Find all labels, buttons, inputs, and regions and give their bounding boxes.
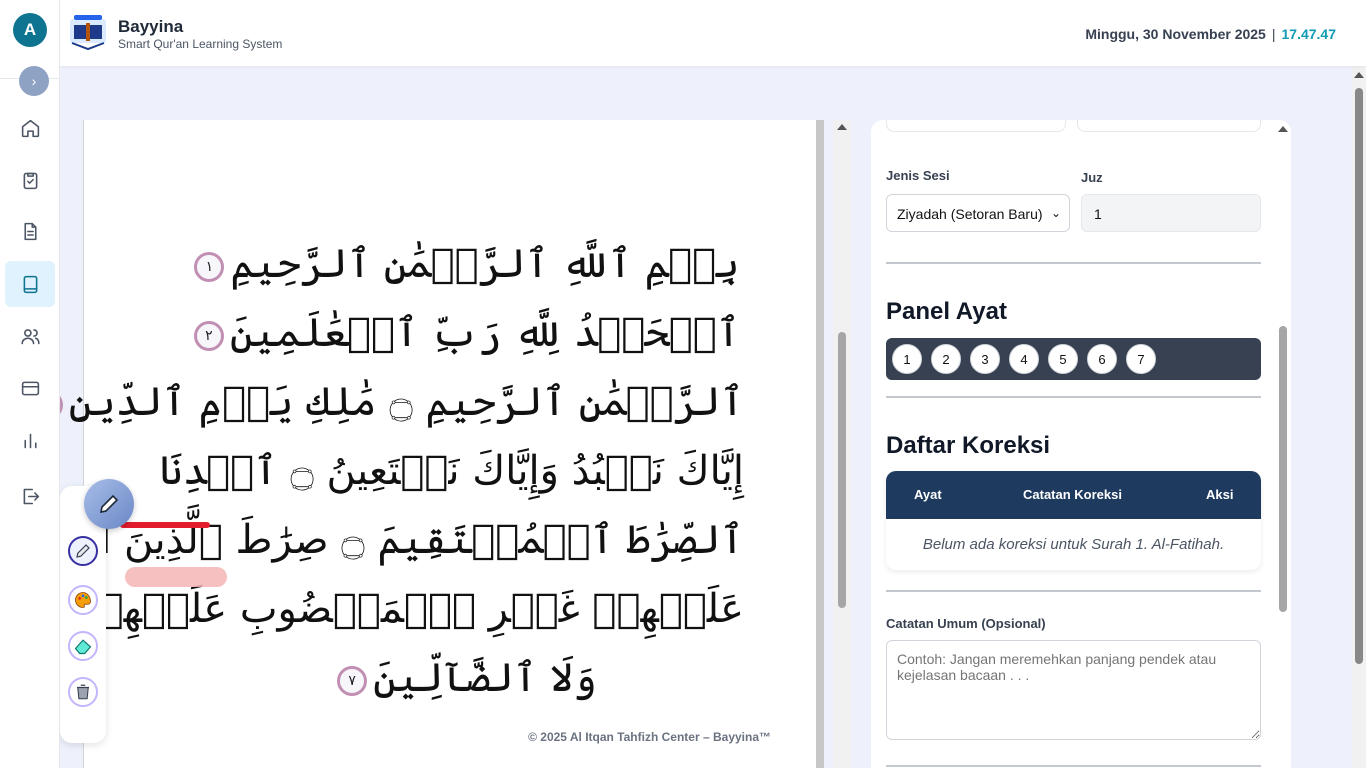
viewer-scrollbar[interactable] [833,120,851,768]
ayat-button[interactable]: 5 [1048,344,1078,374]
notes-textarea[interactable] [886,640,1261,740]
palette-icon [75,592,91,608]
credit-card-icon [21,381,39,395]
nav-users[interactable] [5,313,55,359]
ayat-button[interactable]: 1 [892,344,922,374]
nav-documents[interactable] [5,208,55,254]
sidebar-toggle-button[interactable]: › [19,66,49,96]
nav-tasks[interactable] [5,157,55,203]
page-scroll-thumb[interactable] [1355,88,1363,664]
chevron-right-icon: › [31,73,37,89]
trash-icon [77,684,89,700]
table-header: Ayat Catatan Koreksi Aksi [886,471,1261,519]
ayah-marker: ٢ [193,321,224,351]
panel-ayat-title: Panel Ayat [886,298,1007,325]
quran-line: ٱلرَّحۡمَٰنِ ٱلرَّحِيمِ ۝ مَٰلِكِ يَوۡمِ… [32,368,744,437]
nav-reports[interactable] [5,417,55,463]
time-text: 17.47.47 [1281,26,1337,42]
session-type-label: Jenis Sesi [886,168,950,183]
quran-line: ٱلۡحَمۡدُ لِلَّهِ رَبِّ ٱلۡعَٰلَمِينَ٢ [184,299,744,368]
chevron-down-icon: ⌄ [1050,206,1061,220]
nav-quran[interactable] [5,261,55,307]
divider [886,396,1261,398]
color-picker-button[interactable] [68,585,98,615]
ayat-button[interactable]: 7 [1126,344,1156,374]
divider [886,765,1261,767]
quran-line: عَلَيۡهِمۡ غَيۡرِ ٱلۡمَغۡضُوبِ عَلَيۡهِم… [75,586,744,632]
top-header: Bayyina Smart Qur'an Learning System Min… [60,0,1366,66]
nav-home[interactable] [5,105,55,151]
ayat-button[interactable]: 2 [931,344,961,374]
clear-canvas-button[interactable] [68,677,98,707]
ayah-marker: ١ [194,252,225,282]
avatar[interactable]: A [13,13,47,47]
scroll-up-arrow-icon[interactable] [1354,72,1364,78]
page-scrollbar[interactable] [1352,66,1366,768]
red-highlight-mark [120,522,210,528]
ayat-button-bar: 1 2 3 4 5 6 7 [886,338,1261,380]
datetime: Minggu, 30 November 2025 | 17.47.47 [1085,26,1336,42]
pen-tool-icon [76,544,90,558]
bar-chart-icon [23,433,37,448]
session-type-value: Ziyadah (Setoran Baru) [897,206,1043,222]
clipboard-check-icon [23,172,37,189]
eraser-button[interactable] [68,631,98,661]
setoran-form-panel: Jenis Sesi Juz Ziyadah (Setoran Baru) ⌄ … [871,120,1291,768]
viewer-scroll-thumb[interactable] [838,332,846,608]
drawing-toggle-button[interactable] [84,479,134,529]
home-icon [21,119,39,137]
pencil-icon [99,494,119,514]
juz-input[interactable]: 1 [1081,194,1261,232]
datetime-separator: | [1271,26,1276,42]
logout-icon [23,488,39,504]
mushaf-viewer: بِسۡمِ ٱللَّهِ ٱلرَّحۡمَٰنِ ٱلرَّحِيمِ١ … [0,120,853,768]
document-icon [23,222,37,240]
column-header-ayat: Ayat [914,487,942,502]
eraser-icon [74,639,92,655]
ayah-marker: ٧ [337,666,368,696]
juz-label: Juz [1081,170,1103,185]
quran-line: ٱلصِّرَٰطَ ٱلۡمُسۡتَقِيمَ ۝ صِرَٰطَ ٱلَّ… [0,517,744,563]
panel-scrollbar[interactable] [1276,120,1290,768]
date-text: Minggu, 30 November 2025 [1085,26,1266,42]
sidebar: A › [0,0,60,768]
brand-title: Bayyina [118,17,184,36]
quran-text: بِسۡمِ ٱللَّهِ ٱلرَّحۡمَٰنِ ٱلرَّحِيمِ١ … [0,230,744,713]
page-edge [816,120,824,768]
input-field-partial[interactable] [1077,120,1261,132]
scroll-up-arrow-icon[interactable] [1278,126,1288,132]
table-empty-message: Belum ada koreksi untuk Surah 1. Al-Fati… [922,536,1225,553]
divider [886,262,1261,264]
mushaf-page[interactable]: بِسۡمِ ٱللَّهِ ٱلرَّحۡمَٰنِ ٱلرَّحِيمِ١ … [0,120,816,768]
koreksi-title: Daftar Koreksi [886,432,1051,459]
scroll-up-arrow-icon[interactable] [837,124,847,130]
book-icon [23,275,37,293]
ayat-button[interactable]: 6 [1087,344,1117,374]
ayat-button[interactable]: 3 [970,344,1000,374]
column-header-aksi: Aksi [1206,487,1234,502]
users-icon [20,328,40,344]
brand-logo [68,13,108,51]
notes-label: Catatan Umum (Opsional) [886,616,1046,631]
pink-highlight-mark [125,567,227,587]
quran-line: إِيَّاكَ نَعۡبُدُ وَإِيَّاكَ نَسۡتَعِينُ… [159,448,744,494]
koreksi-table: Ayat Catatan Koreksi Aksi Belum ada kore… [886,471,1261,570]
session-type-select[interactable]: Ziyadah (Setoran Baru) ⌄ [886,194,1070,232]
quran-line: وَلَا ٱلضَّآلِّينَ٧ [184,644,744,713]
copyright-text: © 2025 Al Itqan Tahfizh Center – Bayyina… [528,730,771,744]
nav-payments[interactable] [5,365,55,411]
quran-line: بِسۡمِ ٱللَّهِ ٱلرَّحۡمَٰنِ ٱلرَّحِيمِ١ [184,230,744,299]
input-field-partial[interactable] [886,120,1066,132]
pen-tool-button[interactable] [68,536,98,566]
brand-subtitle: Smart Qur'an Learning System [118,37,283,51]
column-header-catatan: Catatan Koreksi [1023,487,1122,502]
ayat-button[interactable]: 4 [1009,344,1039,374]
nav-logout[interactable] [5,473,55,519]
divider [886,590,1261,592]
panel-scroll-thumb[interactable] [1279,326,1287,612]
